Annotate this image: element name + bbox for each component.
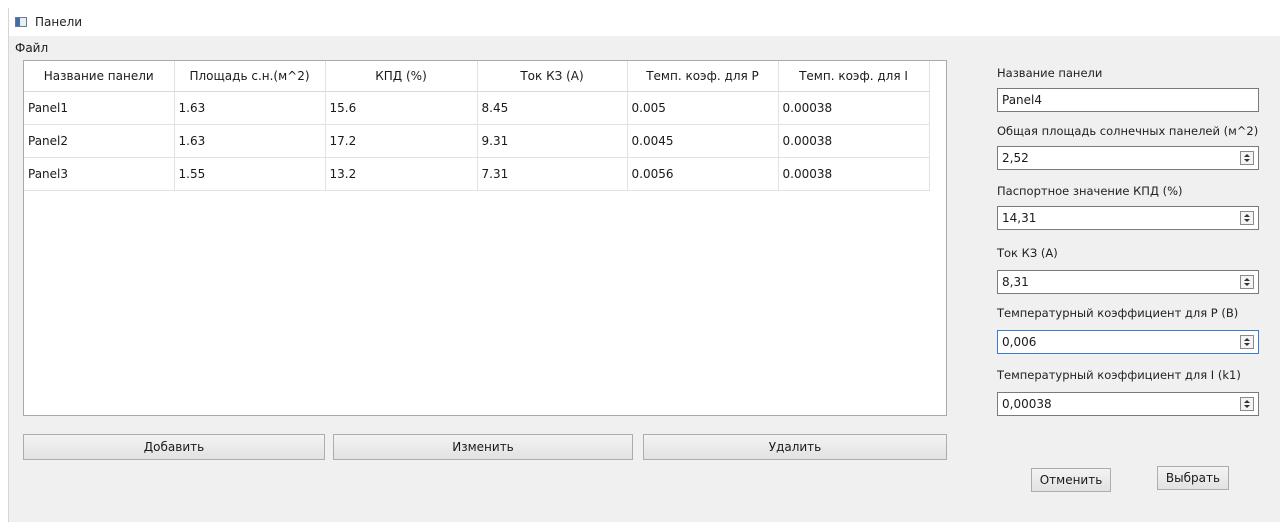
panel-name-value: Panel4 (1002, 93, 1043, 107)
edit-button[interactable]: Изменить (333, 434, 633, 460)
menu-file[interactable]: Файл (11, 41, 52, 55)
panels-table[interactable]: Название панели Площадь с.н.(м^2) КПД (%… (23, 60, 947, 416)
table-row[interactable]: Panel2 1.63 17.2 9.31 0.0045 0.00038 (24, 124, 930, 158)
cell-efficiency[interactable]: 17.2 (325, 124, 478, 158)
efficiency-spinbox[interactable]: 14,31 (997, 206, 1259, 230)
temp-coef-p-spinbox[interactable]: 0,006 (997, 330, 1259, 354)
main-window: Панели Файл Название панели Площадь с.н.… (8, 8, 1280, 522)
column-header-temp-coef-p[interactable]: Темп. коэф. для P (627, 61, 779, 92)
area-spinbox[interactable]: 2,52 (997, 146, 1259, 170)
efficiency-value: 14,31 (1002, 211, 1037, 225)
column-header-isc[interactable]: Ток КЗ (А) (477, 61, 628, 92)
cell-efficiency[interactable]: 15.6 (325, 91, 478, 125)
select-button[interactable]: Выбрать (1157, 466, 1229, 490)
spin-arrows-icon[interactable] (1240, 275, 1254, 289)
cell-isc[interactable]: 7.31 (477, 157, 628, 191)
cell-name[interactable]: Panel2 (24, 124, 175, 158)
cell-area[interactable]: 1.63 (174, 124, 326, 158)
temp-coef-p-label: Температурный коэффициент для P (B) (997, 306, 1239, 320)
column-header-name[interactable]: Название панели (24, 61, 175, 92)
temp-coef-i-value: 0,00038 (1002, 397, 1052, 411)
cell-temp-coef-i[interactable]: 0.00038 (778, 124, 930, 158)
panel-name-label: Название панели (997, 66, 1103, 80)
temp-coef-i-label: Температурный коэффициент для I (k1) (997, 368, 1241, 382)
area-value: 2,52 (1002, 151, 1029, 165)
cell-efficiency[interactable]: 13.2 (325, 157, 478, 191)
temp-coef-p-value: 0,006 (1002, 335, 1037, 349)
cell-area[interactable]: 1.55 (174, 157, 326, 191)
cell-isc[interactable]: 8.45 (477, 91, 628, 125)
cell-temp-coef-p[interactable]: 0.005 (627, 91, 779, 125)
spin-arrows-icon[interactable] (1240, 211, 1254, 225)
cell-isc[interactable]: 9.31 (477, 124, 628, 158)
window-title: Панели (35, 15, 83, 29)
cell-temp-coef-p[interactable]: 0.0045 (627, 124, 779, 158)
cell-temp-coef-i[interactable]: 0.00038 (778, 157, 930, 191)
column-header-efficiency[interactable]: КПД (%) (325, 61, 478, 92)
app-icon (15, 17, 27, 27)
column-header-area[interactable]: Площадь с.н.(м^2) (174, 61, 326, 92)
add-button[interactable]: Добавить (23, 434, 325, 460)
spin-arrows-icon[interactable] (1240, 151, 1254, 165)
menu-bar: Файл (9, 38, 1280, 58)
cancel-button[interactable]: Отменить (1031, 468, 1111, 492)
isc-label: Ток КЗ (А) (997, 246, 1058, 260)
table-header-row: Название панели Площадь с.н.(м^2) КПД (%… (24, 61, 930, 92)
delete-button[interactable]: Удалить (643, 434, 947, 460)
title-bar: Панели (9, 8, 1280, 36)
table-row[interactable]: Panel1 1.63 15.6 8.45 0.005 0.00038 (24, 91, 930, 125)
cell-name[interactable]: Panel1 (24, 91, 175, 125)
isc-spinbox[interactable]: 8,31 (997, 270, 1259, 294)
isc-value: 8,31 (1002, 275, 1029, 289)
area-label: Общая площадь солнечных панелей (м^2) (997, 124, 1259, 138)
cell-temp-coef-i[interactable]: 0.00038 (778, 91, 930, 125)
column-header-temp-coef-i[interactable]: Темп. коэф. для I (778, 61, 930, 92)
cell-name[interactable]: Panel3 (24, 157, 175, 191)
spin-arrows-icon[interactable] (1240, 397, 1254, 411)
cell-area[interactable]: 1.63 (174, 91, 326, 125)
efficiency-label: Паспортное значение КПД (%) (997, 184, 1183, 198)
temp-coef-i-spinbox[interactable]: 0,00038 (997, 392, 1259, 416)
table-row[interactable]: Panel3 1.55 13.2 7.31 0.0056 0.00038 (24, 157, 930, 191)
panel-name-input[interactable]: Panel4 (997, 88, 1259, 112)
spin-arrows-icon[interactable] (1240, 335, 1254, 349)
cell-temp-coef-p[interactable]: 0.0056 (627, 157, 779, 191)
